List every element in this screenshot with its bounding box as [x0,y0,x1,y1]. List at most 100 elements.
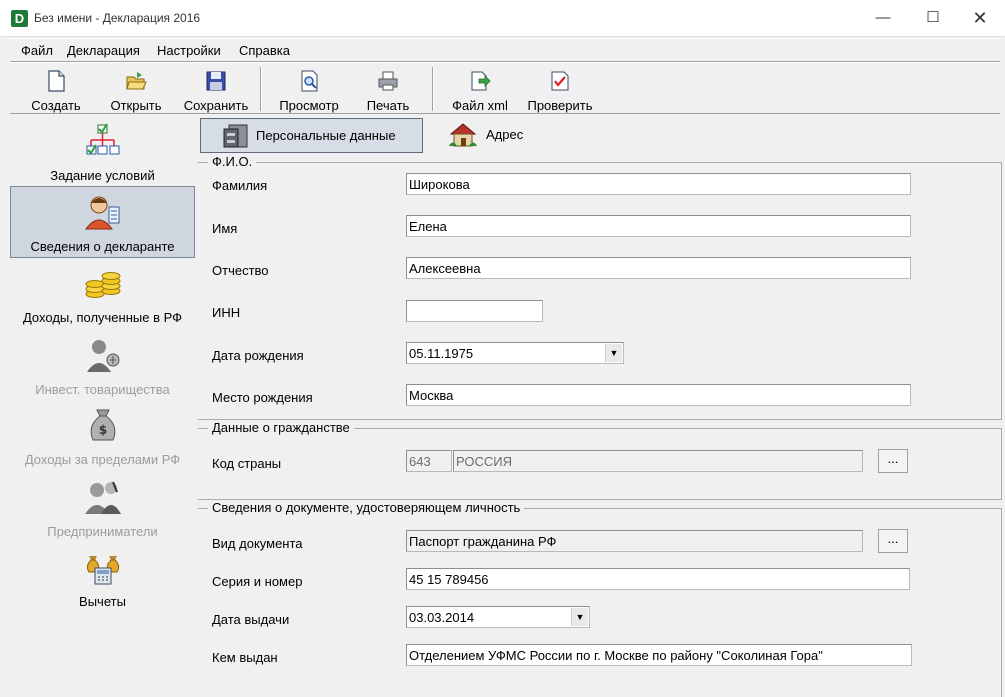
tab-label: Адрес [486,127,524,142]
save-button[interactable]: Сохранить [180,65,252,113]
maximize-button[interactable]: ☐ [910,6,956,30]
doc-series-label: Серия и номер [212,574,303,589]
tab-address[interactable]: Адрес [436,118,546,151]
open-folder-icon [126,72,147,90]
coins-icon [85,272,120,298]
birthdate-value: 05.11.1975 [409,346,474,361]
check-document-icon [551,71,569,91]
minimize-button[interactable]: — [860,6,906,30]
country-browse-button[interactable]: ... [878,449,908,473]
birthdate-label: Дата рождения [212,348,304,363]
money-bag-icon: $ [90,409,115,441]
create-button[interactable]: Создать [22,65,90,113]
title-bar: D Без имени - Декларация 2016 — ☐ ✕ [0,0,1005,37]
toolbar-separator [260,67,262,111]
menu-bar: Файл Декларация Настройки Справка [10,38,1000,62]
cabinet-icon [223,124,248,148]
sidebar-item-income-rf[interactable]: Доходы, полученные в РФ [10,258,195,328]
doc-type-browse-button[interactable]: ... [878,529,908,553]
country-name-field [453,450,863,472]
check-label: Проверить [527,98,593,113]
group-title: Данные о гражданстве [208,420,354,435]
tree-structure-icon [86,123,119,155]
xml-file-button[interactable]: Файл xml [446,65,514,113]
issued-by-label: Кем выдан [212,650,278,665]
chevron-down-icon[interactable]: ▼ [605,344,622,362]
save-label: Сохранить [183,98,249,113]
menu-help[interactable]: Справка [239,43,290,58]
name-field[interactable] [406,215,911,237]
menu-file[interactable]: Файл [21,43,53,58]
issue-date-combo[interactable]: 03.03.2014 ▼ [406,606,590,628]
document-group: Сведения о документе, удостоверяющем лич… [198,500,1002,697]
svg-text:$: $ [98,423,106,437]
sidebar-item-entrepreneurs[interactable]: Предприниматели [10,472,195,542]
issue-date-label: Дата выдачи [212,612,290,627]
birthdate-combo[interactable]: 05.11.1975 ▼ [406,342,624,364]
entrepreneur-icon [84,481,121,514]
house-icon [449,123,477,147]
country-code-field [406,450,452,472]
patronymic-field[interactable] [406,257,911,279]
app-icon: D [11,10,28,27]
xml-file-label: Файл xml [452,98,508,113]
sidebar-item-income-abroad[interactable]: $ Доходы за пределами РФ [10,400,195,470]
app-window: D Без имени - Декларация 2016 — ☐ ✕ Файл… [0,0,1005,697]
sidebar-item-label: Сведения о декларанте [30,239,175,254]
sidebar-item-label: Инвест. товарищества [35,382,170,397]
birthplace-label: Место рождения [212,390,313,405]
country-code-label: Код страны [212,456,282,471]
deductions-icon [86,556,119,585]
sidebar-item-label: Доходы, полученные в РФ [22,310,183,325]
person-icon [84,196,119,230]
investor-icon [86,340,119,372]
floppy-disk-icon [206,71,226,91]
sidebar-item-label: Задание условий [50,168,155,183]
sidebar-item-label: Предприниматели [47,524,158,539]
surname-field[interactable] [406,173,911,195]
toolbar: Создать Открыть Сохранить Просмотр Печат… [10,62,1000,114]
xml-file-icon [471,71,491,91]
sidebar-item-conditions[interactable]: Задание условий [10,116,195,186]
close-button[interactable]: ✕ [957,6,1003,30]
create-label: Создать [31,98,81,113]
name-label: Имя [212,221,238,236]
sidebar-item-invest[interactable]: Инвест. товарищества [10,330,195,400]
citizenship-group: Данные о гражданстве Код страны ... [198,420,1002,500]
new-document-icon [48,70,65,92]
surname-label: Фамилия [212,178,268,193]
birthplace-field[interactable] [406,384,911,406]
sidebar: Задание условий Сведения о декларанте До… [10,114,196,697]
preview-button[interactable]: Просмотр [274,65,344,113]
tab-label: Персональные данные [256,128,396,143]
print-label: Печать [366,98,410,113]
sidebar-item-label: Вычеты [79,594,126,609]
tab-personal-data[interactable]: Персональные данные [200,118,423,153]
sidebar-item-label: Доходы за пределами РФ [24,452,181,467]
open-button[interactable]: Открыть [102,65,170,113]
chevron-down-icon[interactable]: ▼ [571,608,588,626]
preview-label: Просмотр [279,98,339,113]
doc-series-field[interactable] [406,568,910,590]
printer-icon [378,71,398,91]
menu-declaration[interactable]: Декларация [67,43,140,58]
preview-icon [301,70,318,92]
sidebar-item-deductions[interactable]: Вычеты [10,542,195,612]
issue-date-value: 03.03.2014 [409,610,475,625]
group-title: Сведения о документе, удостоверяющем лич… [208,500,525,515]
print-button[interactable]: Печать [356,65,420,113]
group-title: Ф.И.О. [208,154,257,169]
window-title: Без имени - Декларация 2016 [34,11,201,25]
open-label: Открыть [110,98,162,113]
inn-field[interactable] [406,300,543,322]
doc-type-field [406,530,863,552]
fio-group: Ф.И.О. Фамилия Имя Отчество ИНН Дата рож… [198,154,1002,420]
content-area: Персональные данные Адрес Ф.И.О. Фамилия… [198,114,1005,697]
inn-label: ИНН [212,305,241,320]
menu-settings[interactable]: Настройки [157,43,221,58]
toolbar-separator [432,67,434,111]
sidebar-item-declarant[interactable]: Сведения о декларанте [10,186,195,258]
doc-type-label: Вид документа [212,536,303,551]
issued-by-field[interactable] [406,644,912,666]
check-button[interactable]: Проверить [522,65,598,113]
